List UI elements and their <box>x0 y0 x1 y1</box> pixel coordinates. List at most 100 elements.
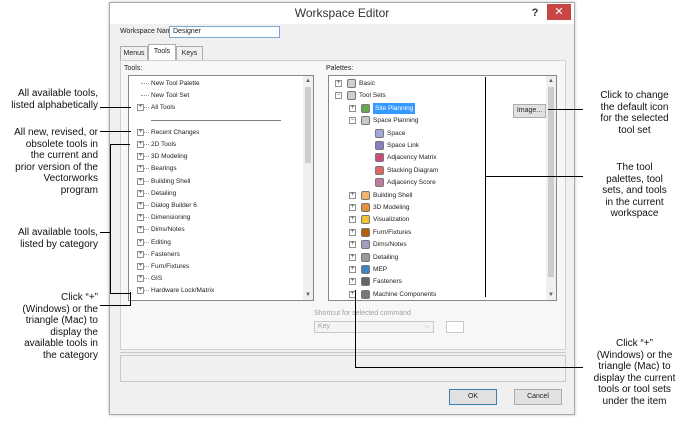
palette-item-label: Fasteners <box>373 278 402 286</box>
tree-item-label: Dimensioning <box>151 214 191 222</box>
expand-plus-icon[interactable]: + <box>137 250 144 258</box>
mep-icon <box>361 265 370 274</box>
tree-item-label: Furn/Fixtures <box>151 263 190 270</box>
shortcut-field[interactable] <box>446 321 464 333</box>
title-bar: Workspace Editor ? ✕ <box>110 3 574 24</box>
palette-item-label: Space Link <box>387 142 420 149</box>
machine-icon <box>361 289 370 299</box>
callout-recent-changes: All new, revised, or obsolete tools in t… <box>14 127 98 196</box>
expand-plus-icon[interactable]: + <box>349 204 356 211</box>
tools-tree[interactable]: New Tool Palette New Tool Set + All Tools + R… <box>128 75 314 301</box>
scroll-up-icon[interactable]: ▲ <box>303 76 313 86</box>
pointer-line <box>110 144 130 145</box>
dialog-title: Workspace Editor <box>294 6 390 20</box>
expand-plus-icon[interactable]: + <box>137 275 144 283</box>
expand-plus-icon[interactable]: + <box>137 226 144 234</box>
pointer-line <box>485 77 486 297</box>
expand-plus-icon[interactable]: + <box>349 253 356 261</box>
palette-item-label: Dims/Notes <box>373 241 407 249</box>
tree-item-label: New Tool Palette <box>151 80 200 87</box>
furniture-icon <box>361 227 370 237</box>
score-icon <box>375 178 384 188</box>
callout-change-icon: Click to change the default icon for the… <box>600 90 669 136</box>
palette-icon <box>347 91 356 101</box>
scroll-up-icon[interactable]: ▲ <box>546 76 556 86</box>
tools-label: Tools: <box>124 65 143 72</box>
modeling-icon <box>361 203 370 212</box>
expand-plus-icon[interactable]: + <box>349 266 356 273</box>
tools-tab-panel: Tools: Palettes: New Tool Palette New Too… <box>120 60 566 350</box>
pointer-line <box>110 144 111 294</box>
image-button[interactable]: Image... <box>513 104 546 118</box>
close-button[interactable]: ✕ <box>547 4 571 20</box>
tree-item-label: Detailing <box>151 189 177 197</box>
key-select-value: Key <box>318 323 331 330</box>
expand-plus-icon[interactable]: + <box>349 241 356 249</box>
expand-plus-icon[interactable]: + <box>349 278 356 286</box>
collapse-minus-icon[interactable]: − <box>349 117 356 125</box>
scroll-down-icon[interactable]: ▼ <box>546 290 556 300</box>
space-link-icon <box>375 141 384 150</box>
expand-plus-icon[interactable]: + <box>137 141 144 148</box>
expand-plus-icon[interactable]: + <box>137 263 144 270</box>
callout-all-tools: All available tools, listed alphabetical… <box>11 88 98 111</box>
ok-button[interactable]: OK <box>449 389 497 405</box>
workspace-name-field[interactable]: Designer <box>169 26 280 38</box>
expand-plus-icon[interactable]: + <box>137 128 144 136</box>
scroll-thumb[interactable] <box>305 87 311 163</box>
cancel-button[interactable]: Cancel <box>514 389 562 405</box>
expand-plus-icon[interactable]: + <box>349 216 356 224</box>
help-button[interactable]: ? <box>526 4 544 22</box>
expand-plus-icon[interactable]: + <box>137 104 144 112</box>
detailing-icon <box>361 252 370 262</box>
pointer-line <box>100 232 110 233</box>
expand-plus-icon[interactable]: + <box>349 228 356 236</box>
callout-palettes-desc: The tool palettes, tool sets, and tools … <box>602 162 667 219</box>
expand-plus-icon[interactable]: + <box>349 191 356 199</box>
tree-item-label: Hardware Lock/Matrix <box>151 287 215 295</box>
tree-separator <box>151 119 281 121</box>
key-select[interactable]: Key ⌵ <box>314 321 434 333</box>
tab-keys[interactable]: Keys <box>176 46 203 60</box>
space-icon <box>375 128 384 138</box>
palettes-label: Palettes: <box>326 65 354 72</box>
palette-icon <box>347 79 356 88</box>
expand-plus-icon[interactable]: + <box>137 177 144 185</box>
shortcut-label: Shortcut for selected command <box>314 310 411 317</box>
description-box <box>120 355 566 382</box>
expand-plus-icon[interactable]: + <box>137 153 144 161</box>
palette-item-label: Machine Components <box>373 290 437 298</box>
expand-plus-icon[interactable]: + <box>137 214 144 222</box>
tree-item-label: New Tool Set <box>151 92 190 100</box>
stacking-icon <box>375 165 384 175</box>
collapse-minus-icon[interactable]: − <box>335 92 342 100</box>
pointer-line <box>100 305 130 306</box>
tree-connector <box>141 83 149 84</box>
divider <box>120 352 566 353</box>
expand-plus-icon[interactable]: + <box>137 287 144 295</box>
matrix-icon <box>375 153 384 163</box>
palette-item-label: Space <box>387 129 406 137</box>
scroll-down-icon[interactable]: ▼ <box>303 290 313 300</box>
expand-plus-icon[interactable]: + <box>137 238 144 246</box>
visualization-icon <box>361 215 370 225</box>
expand-plus-icon[interactable]: + <box>335 80 342 87</box>
tree-item-label: Bearings <box>151 165 177 173</box>
palette-item-label: Space Planning <box>373 117 419 125</box>
tree-item-label: Dialog Builder 6 <box>151 202 197 209</box>
expand-plus-icon[interactable]: + <box>137 189 144 197</box>
expand-plus-icon[interactable]: + <box>137 165 144 173</box>
expand-plus-icon[interactable]: + <box>349 104 356 112</box>
tab-tools[interactable]: Tools <box>148 44 176 60</box>
tools-scrollbar[interactable]: ▲ ▼ <box>303 76 313 300</box>
expand-plus-icon[interactable]: + <box>137 202 144 209</box>
palette-item-label: Site Planning <box>373 102 416 114</box>
callout-click-plus-left: Click “+” (Windows) or the triangle (Mac… <box>22 292 98 361</box>
pointer-line <box>485 176 583 177</box>
palette-item-label: Adjacency Score <box>387 179 436 187</box>
tree-item-label: Building Shell <box>151 177 191 185</box>
site-icon <box>361 103 370 113</box>
chevron-down-icon: ⌵ <box>424 323 430 330</box>
scroll-thumb[interactable] <box>548 87 554 277</box>
tab-menus[interactable]: Menus <box>120 46 148 60</box>
